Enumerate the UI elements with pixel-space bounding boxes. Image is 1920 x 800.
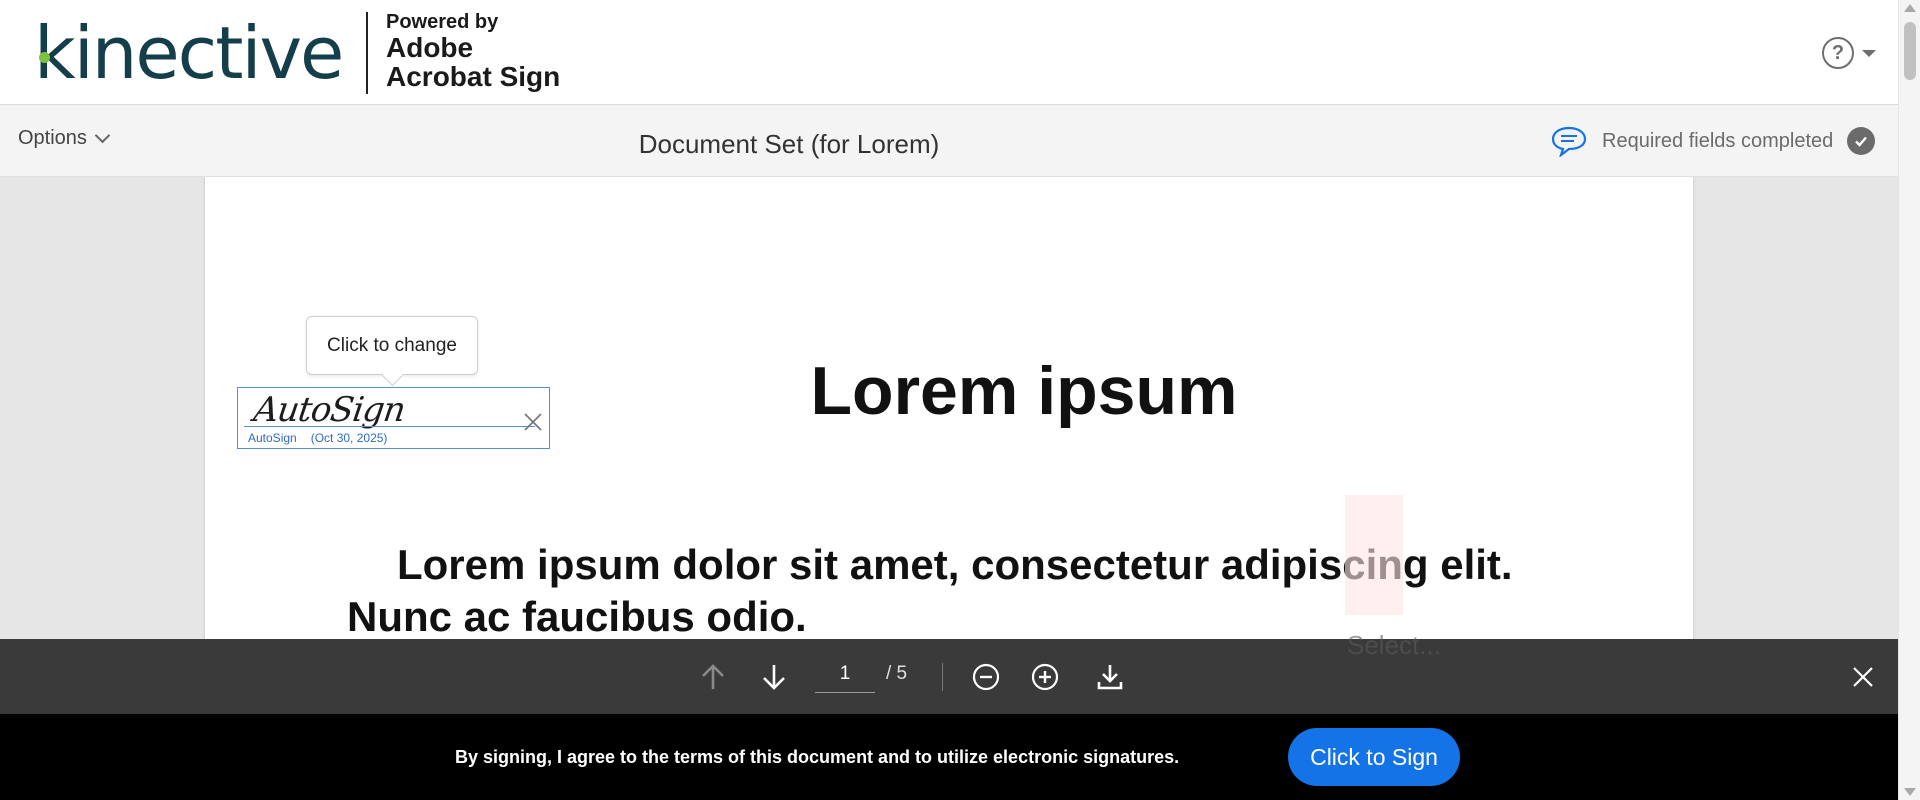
check-circle-icon [1847, 127, 1876, 155]
question-circle-icon: ? [1822, 37, 1854, 69]
page-scrollbar[interactable] [1898, 0, 1920, 800]
help-menu-button[interactable]: ? [1822, 36, 1880, 70]
close-navigation-button[interactable] [1845, 659, 1881, 695]
scroll-thumb[interactable] [1904, 22, 1916, 80]
adobe-label: Adobe [386, 32, 474, 63]
kinective-logo: kinective [34, 11, 344, 95]
signature-script: AutoSign [251, 390, 408, 430]
signature-date: (Oct 30, 2025) [310, 431, 388, 445]
status-text: Required fields completed [1602, 129, 1834, 152]
download-button[interactable] [1092, 659, 1128, 695]
powered-by-label: Powered by [386, 11, 499, 33]
download-icon [1097, 665, 1123, 690]
zoom-in-icon [1031, 663, 1059, 691]
arrow-down-icon [763, 665, 785, 690]
app-header: kinective Powered by Adobe Acrobat Sign … [0, 0, 1898, 105]
speech-bubble-icon[interactable] [1550, 125, 1588, 157]
next-page-button[interactable] [756, 659, 792, 695]
signature-meta: AutoSign (Oct 30, 2025) [248, 431, 387, 445]
page-total: / 5 [886, 663, 908, 684]
click-to-change-tooltip: Click to change [306, 316, 478, 375]
document-toolbar: Options Document Set (for Lorem) Require… [0, 105, 1898, 177]
logo-divider [366, 12, 368, 94]
signature-line [244, 426, 535, 427]
click-to-sign-button[interactable]: Click to Sign [1288, 728, 1460, 786]
scroll-down-arrow-icon[interactable] [1904, 788, 1916, 796]
nav-divider [942, 663, 943, 691]
document-title: Document Set (for Lorem) [638, 129, 940, 159]
page-number-input[interactable] [815, 655, 875, 693]
signer-name: AutoSign [248, 431, 297, 445]
acrobat-sign-label: Acrobat Sign [386, 61, 561, 93]
scroll-up-arrow-icon[interactable] [1904, 4, 1916, 12]
powered-by-adobe: Powered by Adobe Acrobat Sign [386, 12, 560, 92]
close-icon[interactable] [521, 410, 545, 434]
logo-dot [39, 52, 50, 63]
ghost-form-field [1345, 495, 1403, 615]
close-icon [1853, 667, 1873, 687]
completion-status: Required fields completed [1550, 125, 1876, 157]
previous-page-button[interactable] [695, 659, 731, 695]
ghost-select-label: Select... [1347, 630, 1441, 660]
zoom-out-button[interactable] [968, 659, 1004, 695]
arrow-up-icon [702, 664, 724, 689]
logo-text: kinective [34, 11, 344, 95]
page-navigation-bar: / 5 [0, 639, 1898, 714]
sign-bar: By signing, I agree to the terms of this… [0, 714, 1898, 800]
consent-text: By signing, I agree to the terms of this… [455, 747, 1180, 767]
signature-field[interactable]: AutoSign AutoSign (Oct 30, 2025) [237, 387, 550, 449]
caret-down-icon [1862, 49, 1876, 57]
zoom-out-icon [972, 663, 1000, 691]
zoom-in-button[interactable] [1027, 659, 1063, 695]
